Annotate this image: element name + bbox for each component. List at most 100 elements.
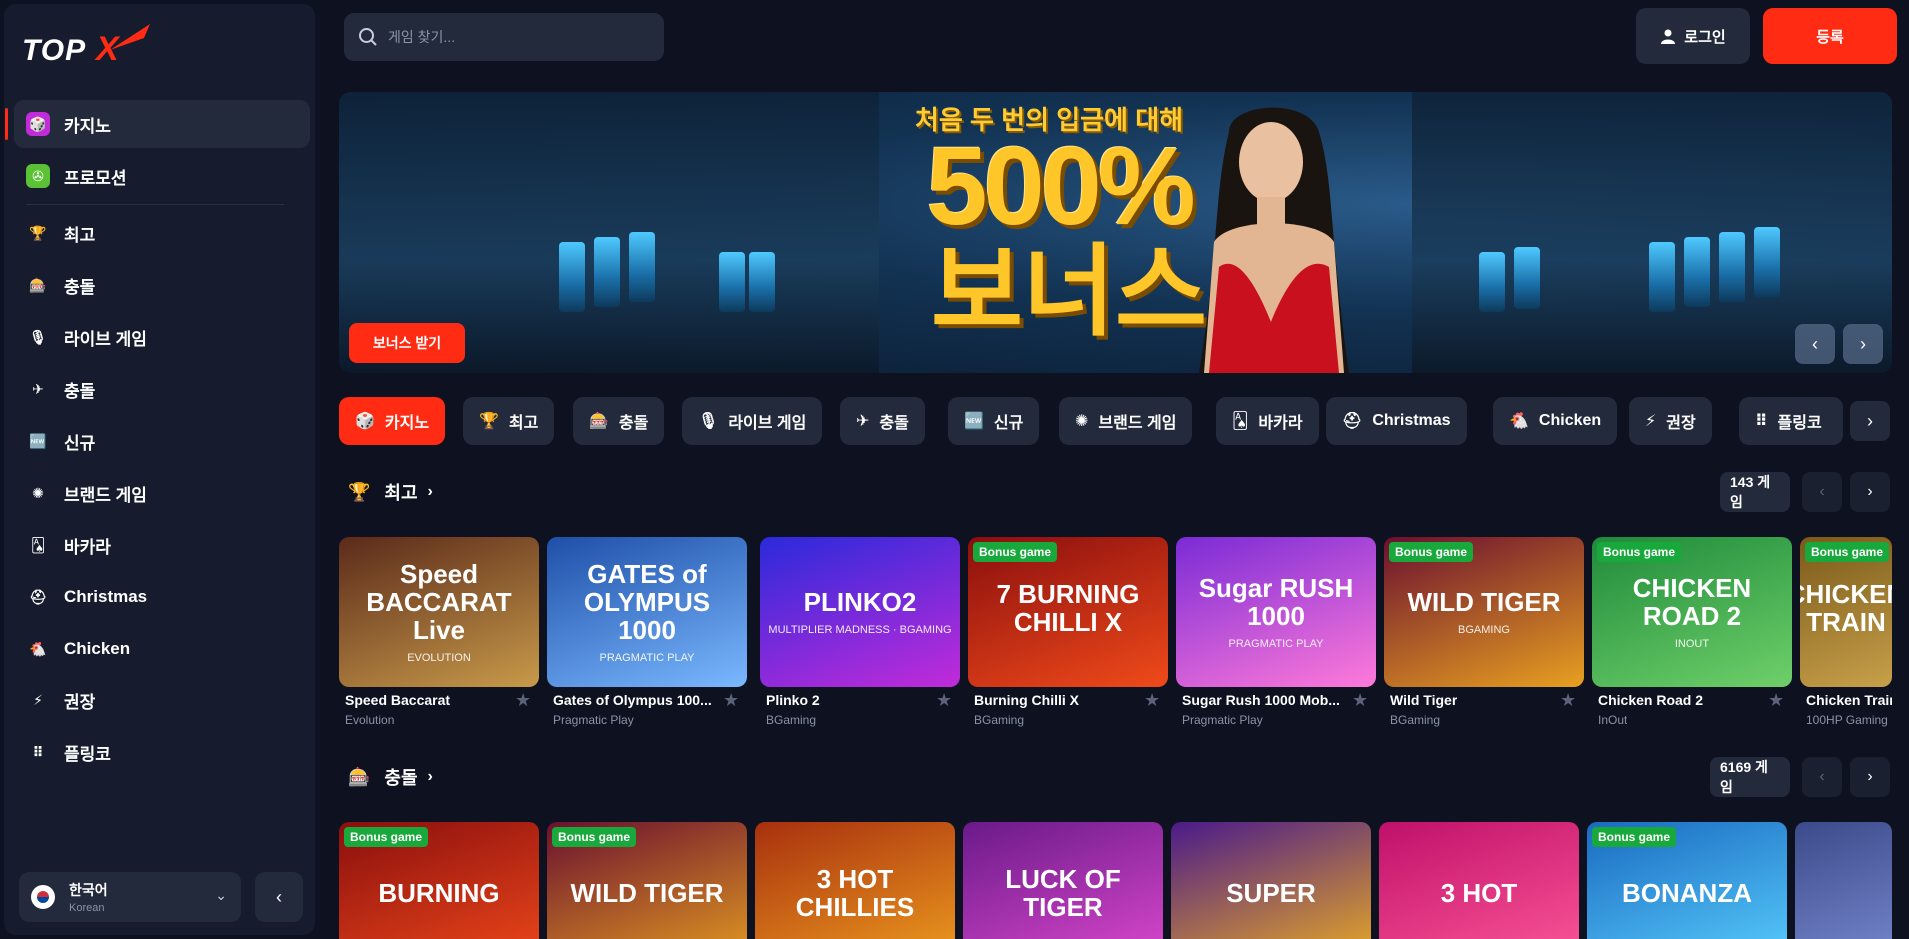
category-tab[interactable]: ⚡ 권장 — [1629, 397, 1712, 445]
logo[interactable]: TOP X — [22, 20, 157, 70]
game-title[interactable]: Burning Chilli X — [974, 692, 1079, 708]
game-title[interactable]: Chicken Train — [1806, 692, 1892, 708]
chicken-icon: 🐔 — [1509, 413, 1529, 430]
game-art-title: Speed BACCARAT Live — [366, 559, 512, 645]
sidebar-item[interactable]: ⠿ 플링코 — [14, 728, 310, 776]
game-title[interactable]: Chicken Road 2 — [1598, 692, 1703, 708]
game-title[interactable]: Sugar Rush 1000 Mob... — [1182, 692, 1340, 708]
section-next-button[interactable]: › — [1850, 757, 1890, 797]
register-button[interactable]: 등록 — [1763, 8, 1897, 64]
sidebar-item-label: 바카라 — [64, 537, 111, 557]
sidebar-item[interactable]: ✇ 프로모션 — [14, 152, 310, 200]
section-header[interactable]: 🏆 최고 › — [348, 478, 433, 506]
login-button[interactable]: 로그인 — [1636, 8, 1750, 64]
sidebar-item[interactable]: 🎙 라이브 게임 — [14, 313, 310, 361]
sidebar-item[interactable]: 🂡 바카라 — [14, 521, 310, 569]
category-tab[interactable]: 🎰 충돌 — [573, 397, 665, 445]
game-art-title: 7 BURNING CHILLI X — [996, 579, 1140, 637]
collapse-sidebar-button[interactable]: ‹ — [255, 872, 303, 922]
game-card[interactable]: LUCK OF TIGER — [963, 822, 1163, 939]
sidebar-item-label: 충돌 — [64, 381, 96, 401]
slot-machine-graphic — [1479, 252, 1505, 312]
sidebar-item[interactable]: 🎲 카지노 — [5, 100, 310, 148]
section-next-button[interactable]: › — [1850, 472, 1890, 512]
favorite-star-icon[interactable]: ★ — [1144, 690, 1160, 711]
trophy-icon: 🏆 — [348, 481, 371, 502]
search-input[interactable] — [388, 29, 638, 45]
game-title[interactable]: Speed Baccarat — [345, 692, 450, 708]
favorite-star-icon[interactable]: ★ — [936, 690, 952, 711]
game-card[interactable]: BURNING Bonus game — [339, 822, 539, 939]
promo-banner[interactable]: 처음 두 번의 입금에 대해 500% 보너스 보너스 받기 ‹ › — [339, 92, 1892, 373]
sidebar-item[interactable]: 🏆 최고 — [14, 209, 310, 257]
favorite-star-icon[interactable]: ★ — [515, 690, 531, 711]
sidebar-item-label: 프로모션 — [64, 168, 127, 188]
category-tab[interactable]: 🎙 라이브 게임 — [682, 397, 823, 445]
sidebar-item-label: 라이브 게임 — [64, 329, 147, 349]
app-root: TOP X 🎲 카지노 ✇ 프로모션 🏆 최고 🎰 충돌 🎙 라이브 게임 ✈ 충돌 🆕 신규 ✺ 브랜드 게… — [0, 0, 1909, 939]
game-title[interactable]: Gates of Olympus 100... — [553, 692, 712, 708]
language-subtitle: Korean — [69, 902, 105, 914]
game-title[interactable]: Wild Tiger — [1390, 692, 1457, 708]
sidebar-item[interactable]: ✺ 브랜드 게임 — [14, 469, 310, 517]
sidebar-item[interactable]: ⛑ Christmas — [14, 573, 310, 621]
language-selector[interactable]: 한국어 Korean ⌄ — [19, 872, 241, 922]
category-tab-label: 최고 — [508, 415, 539, 432]
game-card[interactable]: Sugar RUSH 1000 PRAGMATIC PLAY — [1176, 537, 1376, 687]
game-card[interactable]: BONANZA Bonus game — [1587, 822, 1787, 939]
game-thumbnail: GATES of OLYMPUS 1000 PRAGMATIC PLAY — [547, 537, 747, 687]
slot-machine-graphic — [719, 252, 745, 312]
sidebar-item[interactable]: 🆕 신규 — [14, 417, 310, 465]
sidebar-item[interactable]: 🐔 Chicken — [14, 625, 310, 673]
korea-flag-icon — [31, 885, 55, 909]
game-card[interactable]: GATES of OLYMPUS 1000 PRAGMATIC PLAY — [547, 537, 747, 687]
section-header[interactable]: 🎰 충돌 › — [348, 763, 433, 791]
category-tab[interactable]: 🏆 최고 — [463, 397, 555, 445]
banner-prev-button[interactable]: ‹ — [1795, 324, 1835, 364]
game-title[interactable]: Plinko 2 — [766, 692, 820, 708]
sidebar-item[interactable]: ✈ 충돌 — [14, 365, 310, 413]
tabs-scroll-right-button[interactable]: › — [1850, 401, 1890, 441]
trophy-icon: 🏆 — [29, 224, 47, 241]
game-card[interactable]: WILD TIGER BGAMING Bonus game — [1384, 537, 1584, 687]
section-prev-button[interactable]: ‹ — [1802, 472, 1842, 512]
trophy-icon: 🏆 — [479, 413, 499, 430]
claim-bonus-button[interactable]: 보너스 받기 — [349, 323, 465, 363]
category-tab[interactable]: 🎲 카지노 — [339, 397, 446, 445]
category-tab[interactable]: 🆕 신규 — [948, 397, 1040, 445]
game-card[interactable]: CHICKEN ROAD 2 INOUT Bonus game — [1592, 537, 1792, 687]
category-tab[interactable]: 🂡 바카라 — [1216, 397, 1319, 445]
game-provider: Pragmatic Play — [553, 713, 634, 727]
game-art-title: BONANZA — [1622, 878, 1752, 908]
category-tab[interactable]: ⠿ 플링코 — [1739, 397, 1843, 445]
game-card[interactable]: 7 BURNING CHILLI X Bonus game — [968, 537, 1168, 687]
favorite-star-icon[interactable]: ★ — [723, 690, 739, 711]
game-card[interactable]: SUPER — [1171, 822, 1371, 939]
sidebar-item[interactable]: 🎰 충돌 — [14, 261, 310, 309]
search-icon — [359, 28, 377, 46]
favorite-star-icon[interactable]: ★ — [1768, 690, 1784, 711]
game-card[interactable] — [1795, 822, 1892, 939]
sidebar-item[interactable]: ⚡ 권장 — [14, 676, 310, 724]
category-tab-label: 충돌 — [618, 415, 649, 432]
game-card[interactable]: Speed BACCARAT Live EVOLUTION — [339, 537, 539, 687]
user-icon — [1661, 29, 1676, 44]
game-card[interactable]: 3 HOT — [1379, 822, 1579, 939]
game-thumbnail: LUCK OF TIGER — [963, 822, 1163, 939]
game-count: 6169 게임 — [1710, 757, 1790, 797]
game-card[interactable]: PLINKO2 MULTIPLIER MADNESS · BGAMING — [760, 537, 960, 687]
category-tab[interactable]: 🐔 Chicken — [1493, 397, 1618, 445]
favorite-star-icon[interactable]: ★ — [1352, 690, 1368, 711]
slot-machine-graphic — [1514, 247, 1540, 309]
section-prev-button[interactable]: ‹ — [1802, 757, 1842, 797]
game-card[interactable]: WILD TIGER Bonus game — [547, 822, 747, 939]
game-card[interactable]: 3 HOT CHILLIES — [755, 822, 955, 939]
category-tab[interactable]: ✺ 브랜드 게임 — [1059, 397, 1193, 445]
search-box[interactable] — [344, 13, 664, 61]
category-tab[interactable]: ⛑ Christmas — [1326, 397, 1467, 445]
favorite-star-icon[interactable]: ★ — [1560, 690, 1576, 711]
banner-next-button[interactable]: › — [1843, 324, 1883, 364]
brand-icon: ✺ — [32, 484, 44, 501]
category-tab[interactable]: ✈ 충돌 — [840, 397, 925, 445]
game-card[interactable]: CHICKEN TRAIN Bonus game — [1800, 537, 1892, 687]
